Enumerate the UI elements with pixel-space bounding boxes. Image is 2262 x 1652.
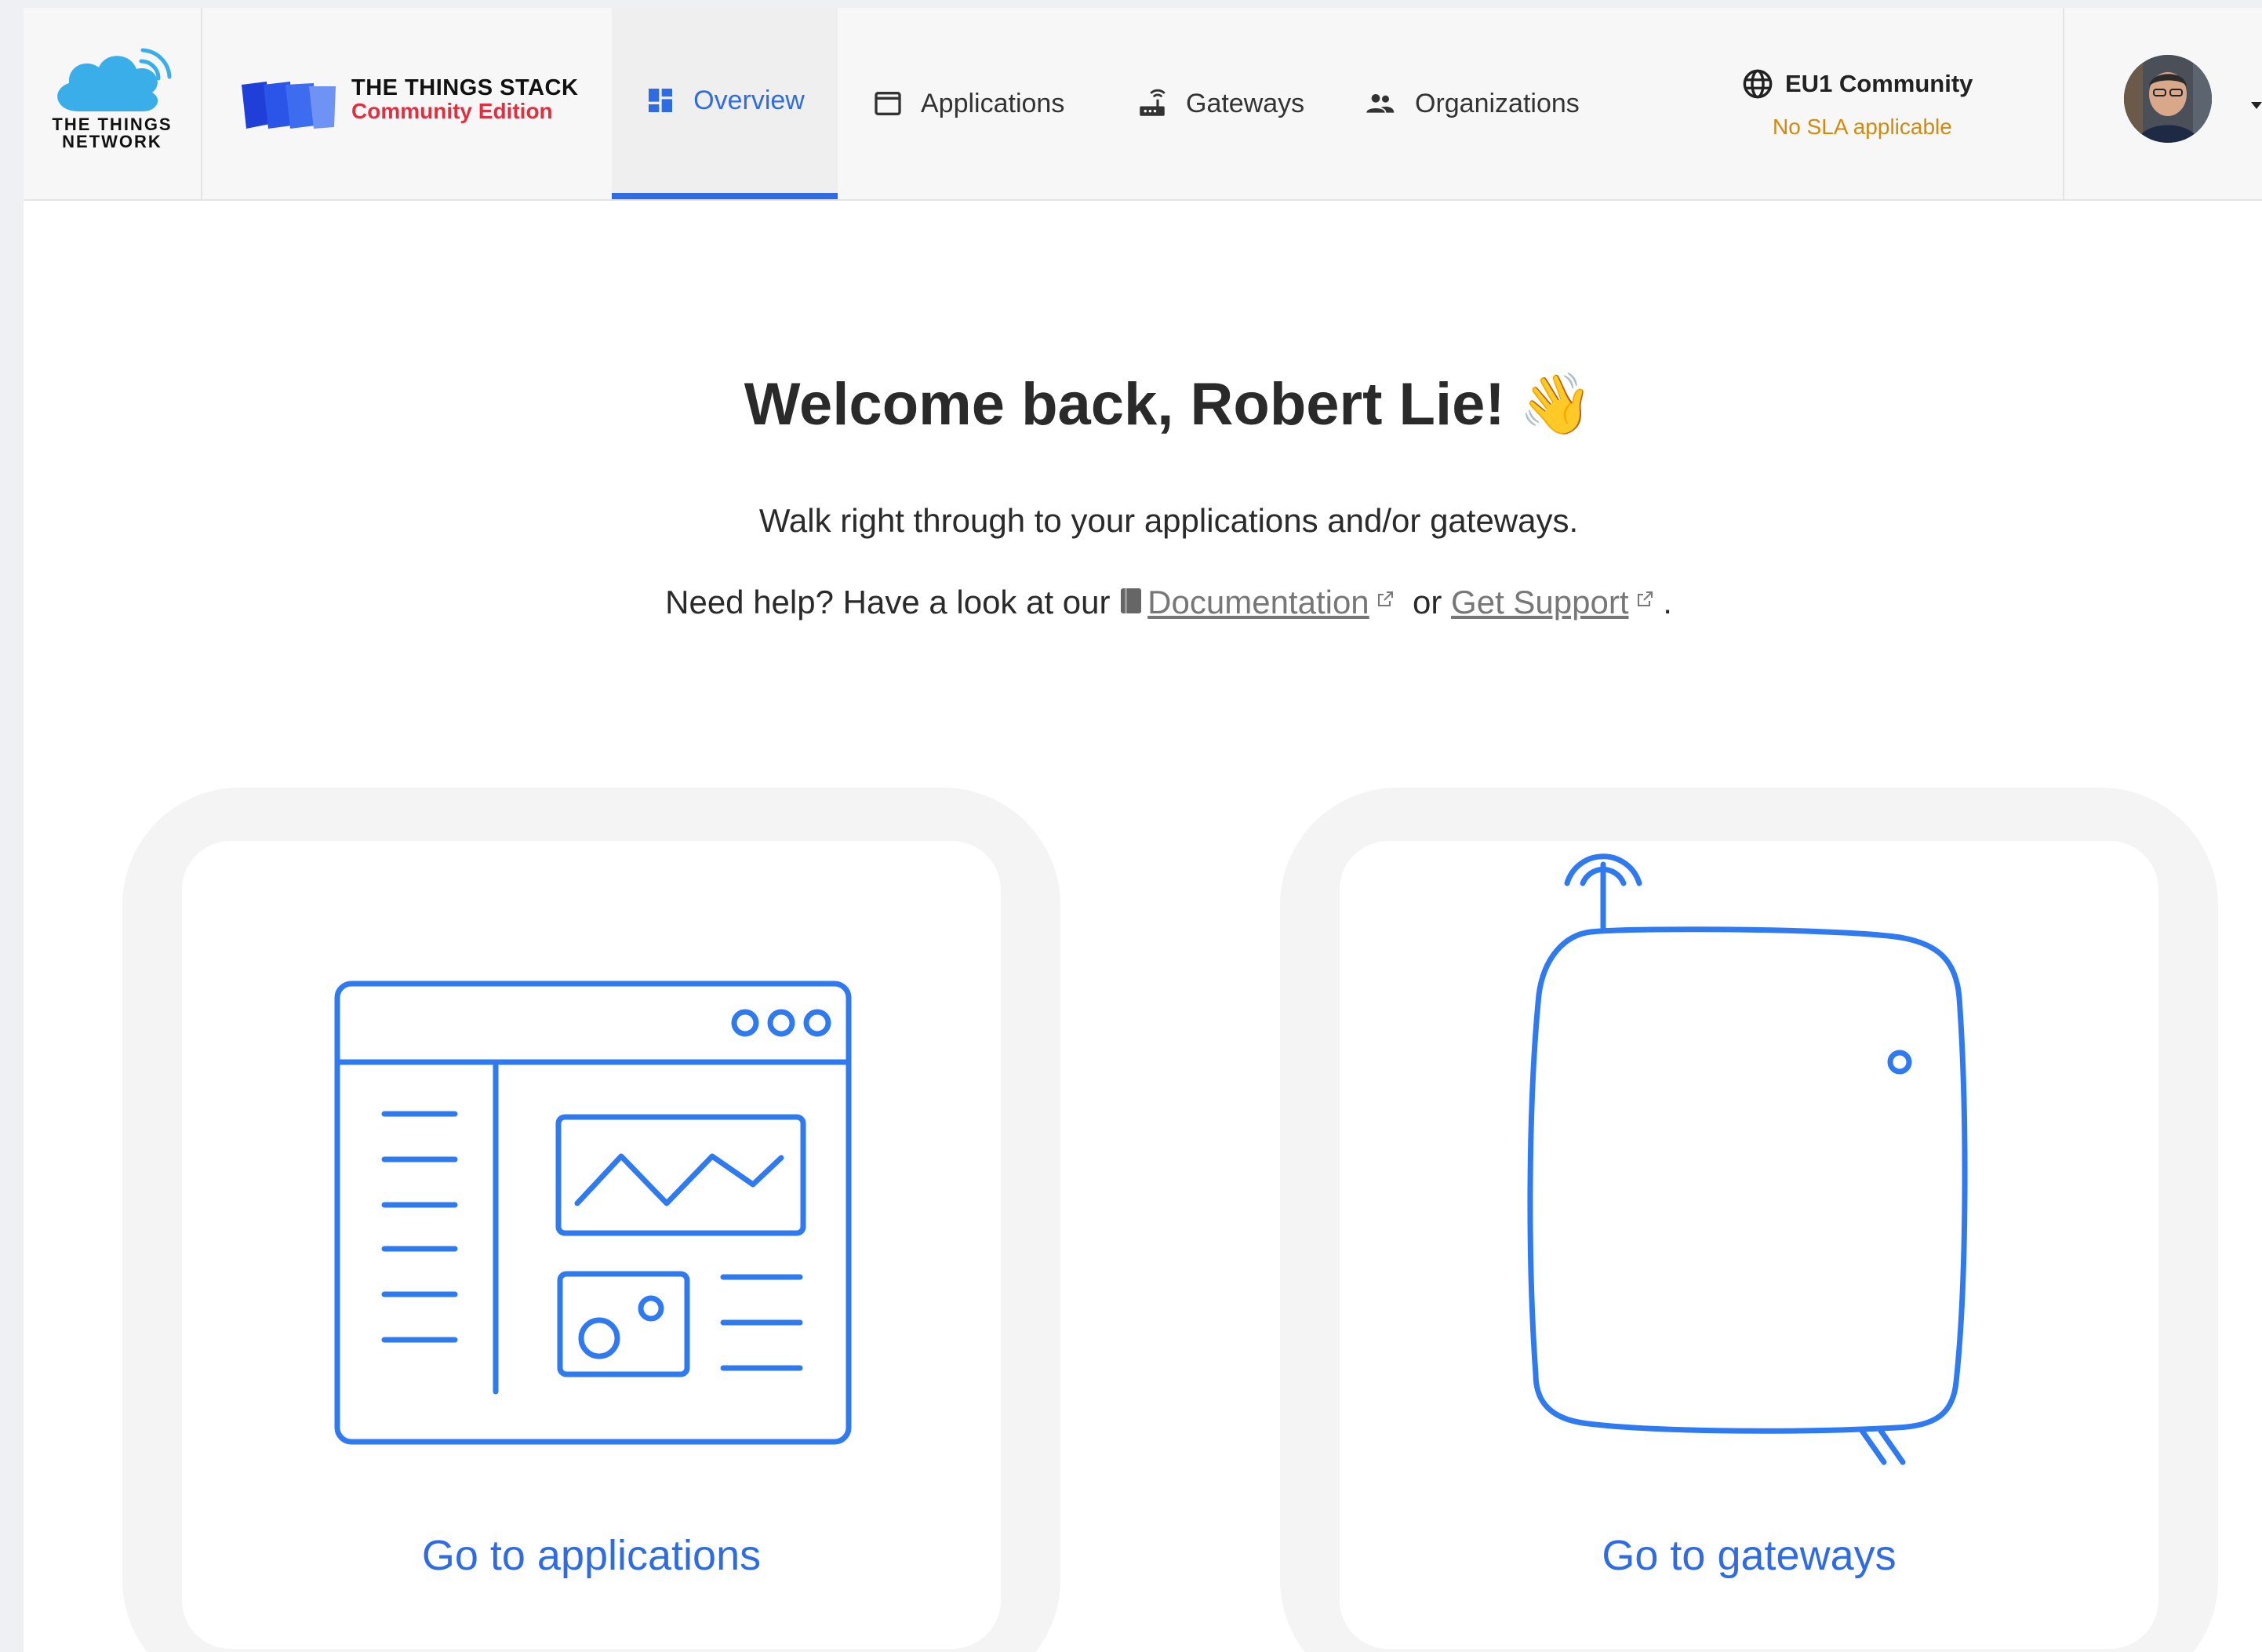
app-viewport: THE THINGS NETWORK THE THINGS STACK Comm… xyxy=(24,8,2262,1652)
stack-edition: Community Edition xyxy=(351,99,553,123)
stack-title: THE THINGS STACK xyxy=(351,75,579,100)
cloud-icon xyxy=(57,48,172,111)
cluster-selector[interactable]: EU1 Community No SLA applicable xyxy=(1741,67,1977,140)
help-line: Need help? Have a look at our Documentat… xyxy=(24,584,2262,621)
or-text: or xyxy=(1413,584,1442,620)
go-to-applications-card[interactable]: Go to applications xyxy=(182,841,1001,1649)
router-icon xyxy=(1140,89,1166,116)
stack-logo-icon xyxy=(242,82,336,129)
period-text: . xyxy=(1663,584,1672,620)
go-to-gateways-card[interactable]: Go to gateways xyxy=(1340,841,2158,1649)
ttn-logo-line1: THE THINGS xyxy=(52,115,173,134)
tab-gateways-label: Gateways xyxy=(1186,88,1305,118)
cluster-sla: No SLA applicable xyxy=(1773,115,1952,139)
dashboard-icon xyxy=(649,89,673,112)
external-link-icon xyxy=(1377,591,1393,606)
people-icon xyxy=(1366,94,1395,113)
top-header: THE THINGS NETWORK THE THINGS STACK Comm… xyxy=(24,8,2262,201)
documentation-link[interactable]: Documentation xyxy=(1147,584,1369,620)
gateways-card-frame: Go to gateways xyxy=(1280,788,2218,1652)
welcome-title: Welcome back, Robert Lie! xyxy=(744,371,1505,438)
help-prefix: Need help? Have a look at our xyxy=(665,584,1111,620)
cluster-name: EU1 Community xyxy=(1785,70,1973,97)
book-icon xyxy=(1121,588,1142,613)
external-link-icon xyxy=(1637,591,1653,606)
gateway-illustration-icon xyxy=(1527,853,1968,1465)
tab-organizations[interactable]: Organizations xyxy=(1362,8,1580,199)
welcome-section: Welcome back, Robert Lie! 👋 xyxy=(24,366,2262,444)
get-support-link[interactable]: Get Support xyxy=(1451,584,1628,620)
go-to-applications-label: Go to applications xyxy=(421,1532,762,1579)
tab-overview[interactable]: Overview xyxy=(612,8,838,199)
window-icon xyxy=(875,92,901,115)
tab-organizations-label: Organizations xyxy=(1415,88,1580,118)
tab-applications-label: Applications xyxy=(921,88,1065,118)
ttn-logo[interactable]: THE THINGS NETWORK xyxy=(24,8,202,199)
welcome-subtitle: Walk right through to your applications … xyxy=(758,502,1579,539)
avatar-image-icon xyxy=(2124,55,2212,143)
chevron-down-icon[interactable] xyxy=(2251,102,2262,110)
ttn-logo-line2: NETWORK xyxy=(62,132,162,151)
user-menu[interactable] xyxy=(2063,8,2262,199)
tab-gateways[interactable]: Gateways xyxy=(1136,8,1304,199)
applications-card-frame: Go to applications xyxy=(122,788,1060,1652)
avatar[interactable] xyxy=(2124,55,2212,143)
tab-overview-label: Overview xyxy=(693,85,805,115)
tab-applications[interactable]: Applications xyxy=(872,8,1064,199)
go-to-gateways-label: Go to gateways xyxy=(1602,1532,1897,1579)
globe-icon xyxy=(1743,69,1773,99)
wave-emoji-icon: 👋 xyxy=(1518,371,1594,438)
stack-brand[interactable]: THE THINGS STACK Community Edition xyxy=(351,75,578,122)
applications-illustration-icon xyxy=(334,981,852,1445)
